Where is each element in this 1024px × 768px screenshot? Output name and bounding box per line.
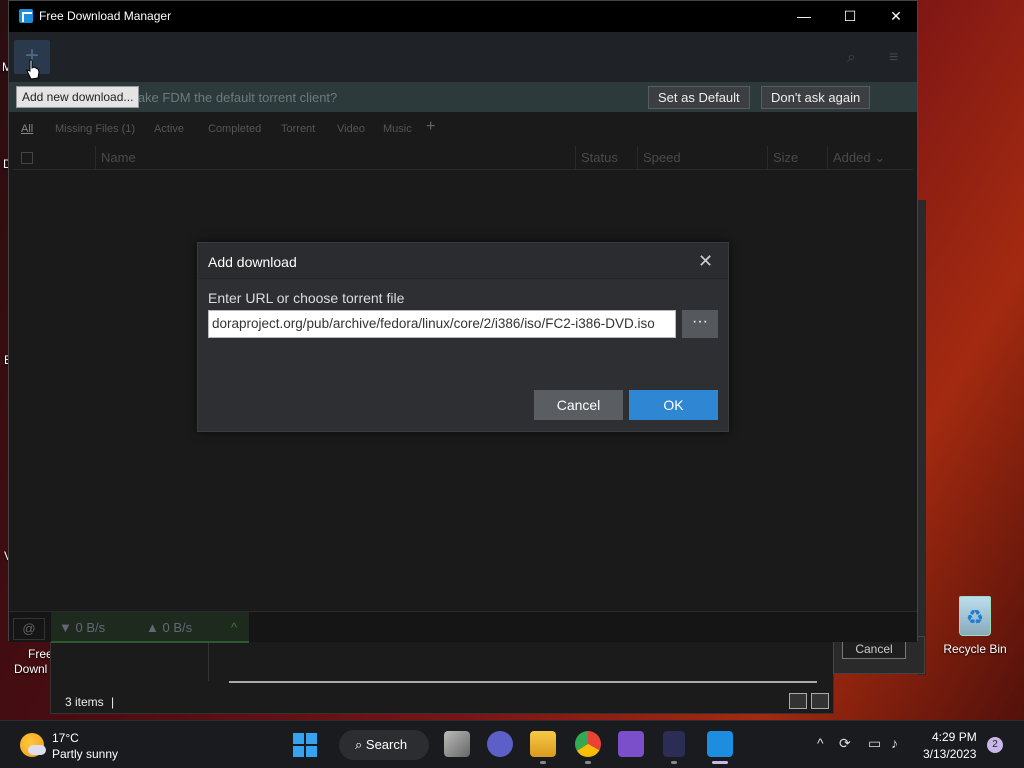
minimize-button[interactable]: — (781, 1, 827, 32)
set-as-default-button[interactable]: Set as Default (648, 86, 750, 109)
clock-time[interactable]: 4:29 PM (932, 730, 977, 744)
add-tab-icon[interactable]: + (426, 118, 435, 136)
tab-music[interactable]: Music (383, 123, 412, 135)
recycle-bin-glyph-icon (959, 596, 991, 636)
notice-text: make FDM the default torrent client? (127, 90, 338, 105)
windows-logo-icon (293, 733, 304, 744)
snail-mode-icon[interactable]: @ (13, 618, 45, 640)
tab-torrent[interactable]: Torrent (281, 123, 315, 135)
tab-active[interactable]: Active (154, 123, 184, 135)
ok-button[interactable]: OK (629, 390, 718, 420)
url-label: Enter URL or choose torrent file (208, 290, 405, 306)
task-view-icon[interactable] (444, 731, 470, 757)
clock-date[interactable]: 3/13/2023 (923, 747, 976, 761)
menu-icon[interactable]: ≡ (889, 49, 898, 67)
dialog-close-icon[interactable]: ✕ (698, 251, 713, 272)
filter-tabs: All Missing Files (1) Active Completed T… (9, 112, 917, 146)
network-icon[interactable]: ▭ (868, 735, 881, 752)
search-icon: ⌕ (355, 737, 366, 752)
column-added[interactable]: Added ⌄ (827, 146, 913, 170)
add-download-dialog: Add download ✕ Enter URL or choose torre… (197, 242, 729, 432)
tiles-view-icon[interactable] (811, 693, 829, 709)
file-explorer-icon[interactable] (530, 731, 556, 757)
text-caret: | (111, 695, 115, 709)
taskbar-search[interactable]: ⌕ Search (339, 730, 429, 760)
visual-studio-icon[interactable] (618, 731, 644, 757)
tab-video[interactable]: Video (337, 123, 365, 135)
taskbar: 17°C Partly sunny ⌕ Search ^ ⟳ ▭ ♪ 4:29 … (0, 720, 1024, 768)
fdm-taskbar-icon[interactable] (707, 731, 733, 757)
recycle-bin-icon[interactable]: Recycle Bin (942, 596, 1008, 656)
search-icon[interactable]: ⌕ (847, 49, 856, 67)
sync-icon[interactable]: ⟳ (839, 735, 851, 752)
background-item-count: 3 items (65, 695, 104, 709)
desktop-icon-label-fdm-2[interactable]: Downl (14, 662, 47, 676)
background-window-pane (51, 637, 209, 681)
close-button[interactable]: ✕ (873, 1, 919, 32)
teams-chat-icon[interactable] (487, 731, 513, 757)
browse-button[interactable]: ··· (682, 310, 718, 338)
background-progress-line (229, 681, 817, 683)
download-speed: ▼ 0 B/s (59, 620, 106, 635)
recycle-bin-label: Recycle Bin (943, 642, 1007, 656)
speed-indicator[interactable]: ▼ 0 B/s ▲ 0 B/s ^ (51, 612, 249, 643)
start-button[interactable] (293, 733, 317, 757)
toolbar: + ⌕ ≡ (9, 32, 917, 82)
dont-ask-again-button[interactable]: Don't ask again (761, 86, 871, 109)
chevron-up-icon[interactable]: ^ (231, 620, 237, 635)
select-all-checkbox[interactable] (21, 152, 33, 164)
background-window: 3 items | (50, 636, 834, 714)
weather-temperature[interactable]: 17°C (52, 731, 79, 745)
window-title: Free Download Manager (39, 9, 172, 23)
column-status[interactable]: Status (575, 146, 637, 170)
show-hidden-icons-icon[interactable]: ^ (817, 735, 824, 751)
desktop-icon-label-fdm[interactable]: Free (28, 647, 53, 661)
tab-all[interactable]: All (21, 123, 33, 135)
volume-icon[interactable]: ♪ (891, 735, 898, 751)
upload-speed: ▲ 0 B/s (146, 620, 193, 635)
background-cancel-button[interactable]: Cancel (842, 639, 906, 659)
chrome-icon[interactable] (575, 731, 601, 757)
dev-app-icon[interactable] (663, 731, 685, 757)
add-download-tooltip: Add new download... (16, 86, 140, 108)
background-window-edge (918, 200, 926, 675)
status-bar: @ ▼ 0 B/s ▲ 0 B/s ^ (9, 611, 917, 643)
hand-cursor-icon (26, 59, 40, 80)
notification-badge[interactable]: 2 (987, 737, 1003, 753)
search-label: Search (365, 737, 408, 752)
url-input[interactable]: doraproject.org/pub/archive/fedora/linux… (208, 310, 676, 338)
default-client-notice: make FDM the default torrent client? Set… (9, 82, 917, 112)
dialog-title: Add download (208, 254, 297, 270)
column-name[interactable]: Name (95, 146, 575, 170)
maximize-button[interactable]: ☐ (827, 1, 873, 32)
column-speed[interactable]: Speed (637, 146, 767, 170)
tab-completed[interactable]: Completed (208, 123, 261, 135)
tab-missing-files[interactable]: Missing Files (1) (55, 123, 135, 135)
column-size[interactable]: Size (767, 146, 827, 170)
table-header: Name Status Speed Size Added ⌄ (13, 146, 913, 170)
details-view-icon[interactable] (789, 693, 807, 709)
weather-icon[interactable] (20, 733, 46, 757)
fdm-app-icon (19, 9, 33, 23)
title-bar[interactable]: Free Download Manager — ☐ ✕ (9, 1, 917, 32)
cancel-button[interactable]: Cancel (534, 390, 623, 420)
weather-description[interactable]: Partly sunny (52, 747, 118, 761)
